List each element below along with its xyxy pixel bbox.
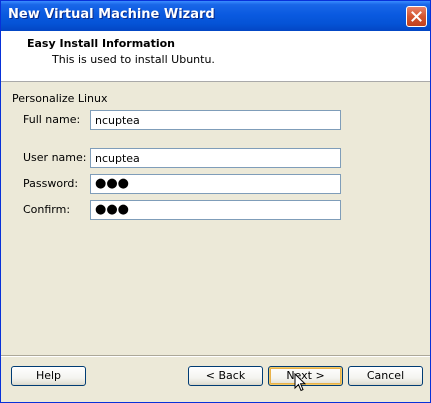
wizard-header: Easy Install Information This is used to… (1, 31, 430, 82)
header-subtitle: This is used to install Ubuntu. (52, 53, 215, 66)
help-button[interactable]: Help (11, 366, 86, 386)
back-button[interactable]: < Back (188, 366, 263, 386)
confirm-label: Confirm: (23, 203, 71, 216)
wizard-window: New Virtual Machine Wizard Easy Install … (0, 0, 431, 403)
mouse-pointer-icon (294, 372, 307, 397)
confirm-field[interactable]: ●●● (90, 200, 341, 220)
title-bar[interactable]: New Virtual Machine Wizard (1, 1, 430, 31)
full-name-label: Full name: (23, 113, 81, 126)
header-title: Easy Install Information (27, 37, 176, 50)
user-name-label: User name: (23, 151, 87, 164)
user-name-field[interactable]: ncuptea (90, 148, 341, 168)
cancel-button[interactable]: Cancel (348, 366, 423, 386)
section-label: Personalize Linux (12, 92, 108, 105)
footer-divider-highlight (1, 356, 430, 357)
window-title: New Virtual Machine Wizard (8, 7, 215, 22)
close-icon (411, 11, 422, 22)
close-button[interactable] (406, 6, 427, 27)
full-name-field[interactable]: ncuptea (90, 110, 341, 130)
password-field[interactable]: ●●● (90, 174, 341, 194)
password-label: Password: (23, 177, 79, 190)
